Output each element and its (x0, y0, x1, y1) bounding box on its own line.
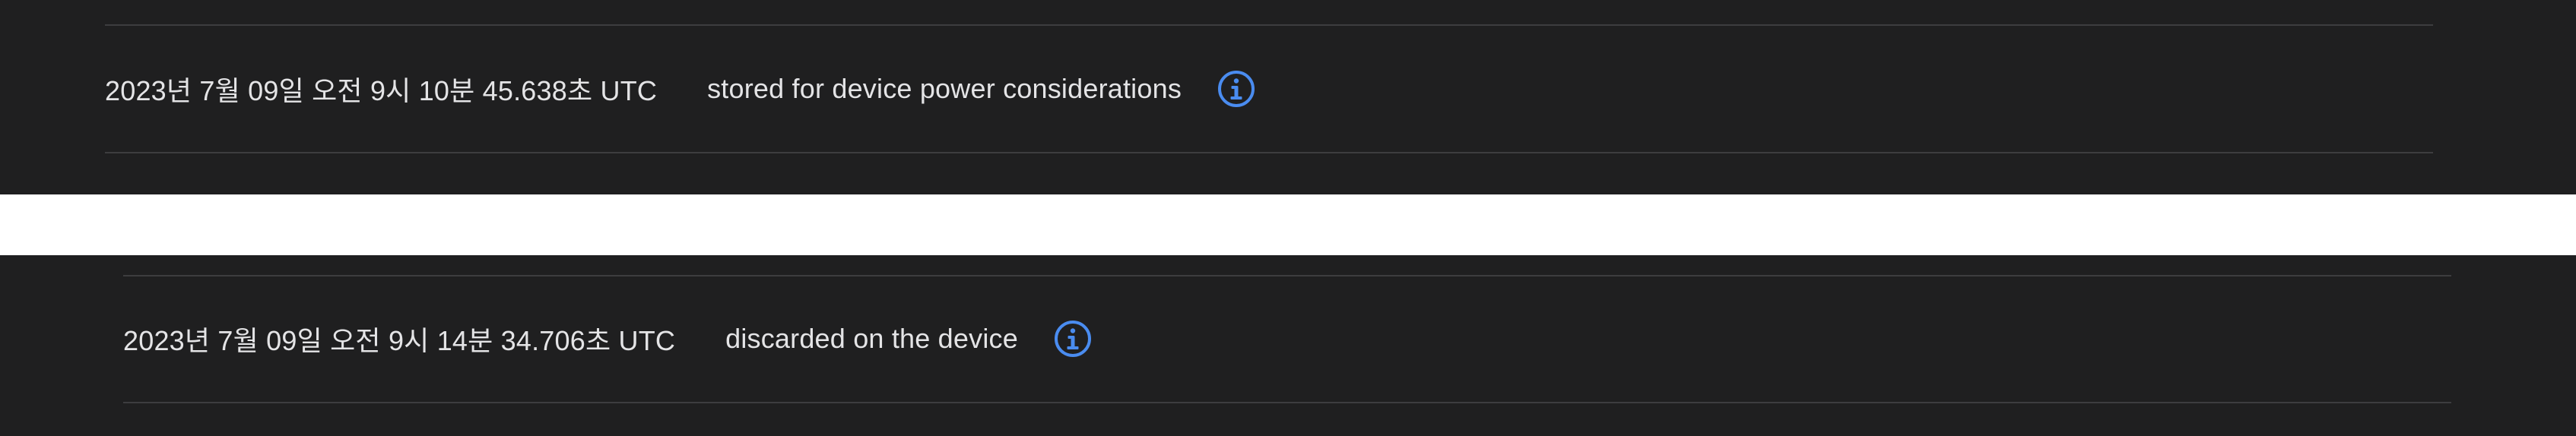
log-panel-bottom: 2023년 7월 09일 오전 9시 14분 34.706초 UTC disca… (0, 255, 2576, 436)
log-panel-top: 2023년 7월 09일 오전 9시 10분 45.638초 UTC store… (0, 0, 2576, 194)
info-icon[interactable] (1053, 319, 1093, 359)
log-status: stored for device power considerations (707, 73, 1182, 104)
log-row: 2023년 7월 09일 오전 9시 10분 45.638초 UTC store… (105, 65, 1256, 113)
log-timestamp: 2023년 7월 09일 오전 9시 10분 45.638초 UTC (105, 75, 658, 106)
row-divider-top (123, 275, 2451, 276)
row-divider-bottom (123, 402, 2451, 403)
row-divider-bottom (105, 152, 2433, 153)
row-divider-top (105, 24, 2433, 26)
separator-band (0, 194, 2576, 255)
log-status: discarded on the device (725, 323, 1018, 354)
log-timestamp: 2023년 7월 09일 오전 9시 14분 34.706초 UTC (123, 325, 676, 356)
info-icon[interactable] (1217, 69, 1256, 109)
log-row: 2023년 7월 09일 오전 9시 14분 34.706초 UTC disca… (123, 314, 1093, 363)
